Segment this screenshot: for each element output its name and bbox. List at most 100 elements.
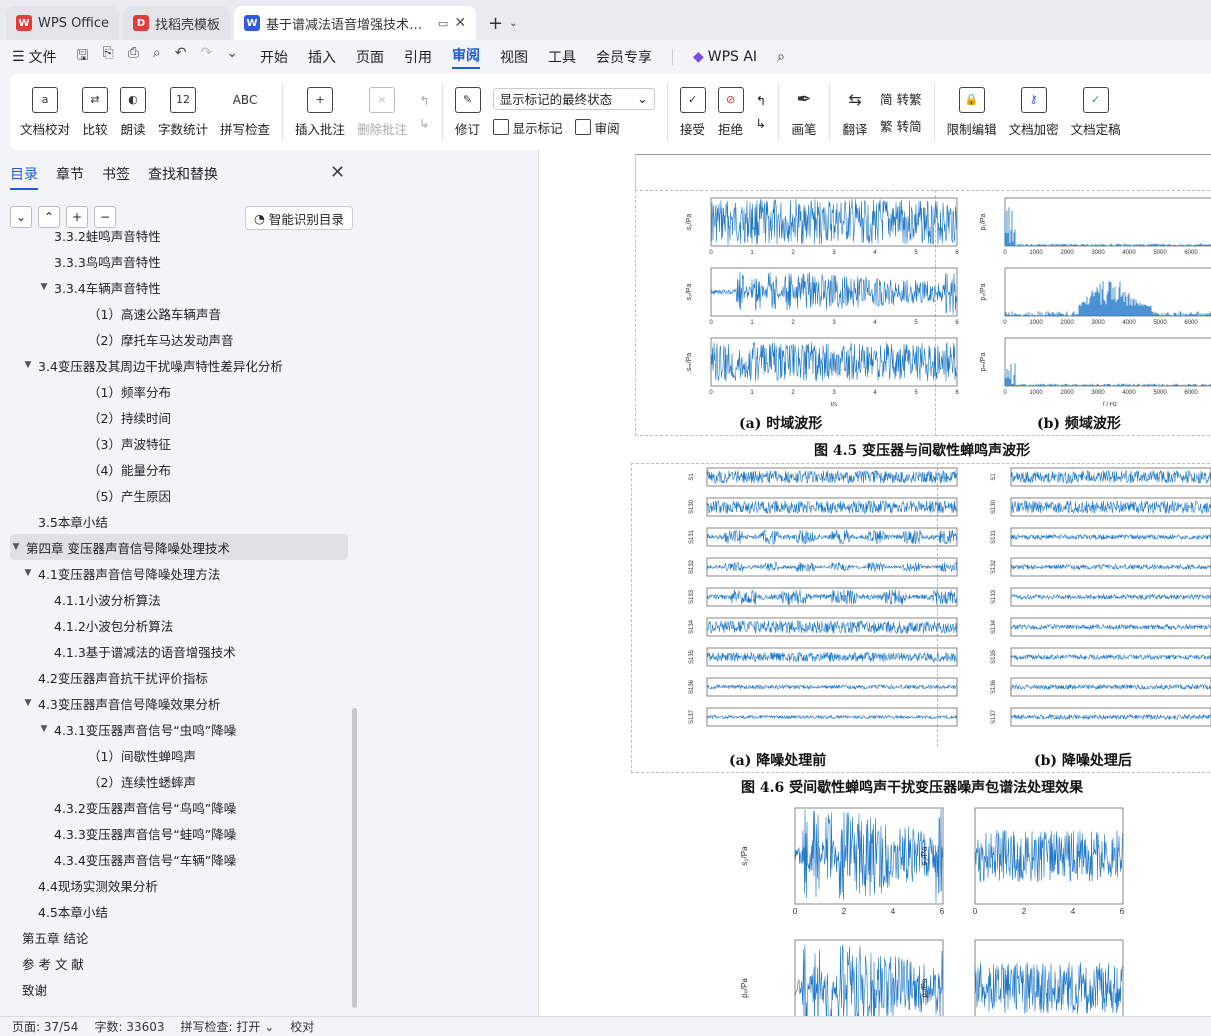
toc-item[interactable]: 4.4现场实测效果分析 [0, 872, 350, 898]
to-traditional-button[interactable]: 简转繁 [880, 89, 922, 108]
y-axis-label: p₁/Pa [920, 978, 929, 998]
read-aloud-button[interactable]: ◐ 朗读 [120, 86, 147, 138]
accept-button[interactable]: ✓ 接受 [679, 86, 706, 138]
toc-item[interactable]: 3.5本章小结 [0, 508, 350, 534]
toc-item[interactable]: （3）声波特征 [0, 430, 350, 456]
new-tab-button[interactable]: + ⌄ [480, 6, 525, 40]
word-count-indicator[interactable]: 字数: 33603 [94, 1018, 164, 1035]
close-icon[interactable]: ✕ [454, 15, 466, 31]
menu-tools[interactable]: 工具 [548, 47, 576, 67]
finalize-button[interactable]: ✓ 文档定稿 [1071, 86, 1121, 138]
undo-icon[interactable]: ↶ [175, 45, 187, 69]
next-comment-icon[interactable]: ↳ [419, 116, 429, 131]
expand-triangle-icon[interactable]: ▼ [22, 360, 34, 370]
menu-page[interactable]: 页面 [356, 47, 384, 67]
toc-item[interactable]: ▼ 第四章 变压器声音信号降噪处理技术 [10, 534, 348, 560]
tab-find-replace[interactable]: 查找和替换 [148, 164, 218, 190]
toc-item[interactable]: ▼ 3.4变压器及其周边干扰噪声特性差异化分析 [0, 352, 350, 378]
previous-change-icon[interactable]: ↰ [756, 93, 766, 108]
show-markup-button[interactable]: 显示标记 [492, 118, 563, 137]
pen-button[interactable]: ✒ 画笔 [791, 87, 817, 138]
toc-item[interactable]: 4.1.3基于谱减法的语音增强技术 [0, 638, 350, 664]
tab-document[interactable]: W 基于谱减法语音增强技术的变压 ▭ ✕ [234, 6, 477, 40]
menu-insert[interactable]: 插入 [308, 47, 336, 67]
button-label: 画笔 [791, 121, 817, 137]
page-indicator[interactable]: 页面: 37/54 [12, 1018, 78, 1035]
next-change-icon[interactable]: ↳ [756, 116, 766, 131]
proofread-indicator[interactable]: 校对 [290, 1018, 314, 1035]
toc-item[interactable]: 致谢 [0, 976, 350, 1002]
toc-item[interactable]: 4.3.3变压器声音信号“蛙鸣”降噪 [0, 820, 350, 846]
toc-item[interactable]: ▼ 4.1变压器声音信号降噪处理方法 [0, 560, 350, 586]
expand-triangle-icon[interactable]: ▼ [38, 724, 50, 734]
spell-check-toggle[interactable]: 拼写检查: 打开 ⌄ [181, 1018, 275, 1035]
toc-item[interactable]: （1）间歇性蝉鸣声 [0, 742, 350, 768]
toc-item[interactable]: 4.3.4变压器声音信号“车辆”降噪 [0, 846, 350, 872]
toc-item[interactable]: ▼ 3.3.4车辆声音特性 [0, 274, 350, 300]
toc-item[interactable]: （2）摩托车马达发动声音 [0, 326, 350, 352]
markup-state-dropdown[interactable]: 显示标记的最终状态 ⌄ [492, 87, 655, 110]
toc-item[interactable]: 4.1.1小波分析算法 [0, 586, 350, 612]
redo-icon[interactable]: ↷ [200, 45, 212, 69]
restrict-edit-button[interactable]: 🔒 限制编辑 [947, 86, 997, 138]
word-count-button[interactable]: 12 字数统计 [158, 86, 208, 138]
print-preview-icon[interactable]: ⌕ [153, 45, 161, 69]
toc-item[interactable]: 4.3.2变压器声音信号“鸟鸣”降噪 [0, 794, 350, 820]
wps-ai-button[interactable]: ◆ WPS AI [693, 49, 757, 65]
toc-item[interactable]: （5）产生原因 [0, 482, 350, 508]
toc-item[interactable]: 3.3.2蛙鸣声音特性 [0, 222, 350, 248]
save-icon[interactable]: 🖫 [77, 45, 89, 69]
toc-item[interactable]: （2）持续时间 [0, 404, 350, 430]
tab-toc[interactable]: 目录 [10, 164, 38, 190]
export-icon[interactable]: ⎘ [103, 45, 114, 69]
nav-scrollbar[interactable] [352, 708, 357, 1008]
toc-item[interactable]: （1）频率分布 [0, 378, 350, 404]
toc-item[interactable]: 第五章 结论 [0, 924, 350, 950]
tab-bookmarks[interactable]: 书签 [102, 164, 130, 190]
reject-button[interactable]: ⊘ 拒绝 [717, 86, 744, 138]
compare-button[interactable]: ⇄ 比较 [82, 86, 109, 138]
toc-item[interactable]: （1）高速公路车辆声音 [0, 300, 350, 326]
search-icon[interactable]: ⌕ [777, 49, 785, 65]
menu-view[interactable]: 视图 [500, 47, 528, 67]
print-icon[interactable]: ⎙ [128, 45, 139, 69]
to-simplified-button[interactable]: 繁转简 [880, 116, 922, 135]
toc-item[interactable]: ▼ 4.3变压器声音信号降噪效果分析 [0, 690, 350, 716]
file-menu[interactable]: ☰ 文件 [12, 47, 57, 67]
translate-button[interactable]: ⇆ 翻译 [842, 87, 868, 138]
toc-item[interactable]: （2）连续性蟋蟀声 [0, 768, 350, 794]
insert-comment-button[interactable]: + 插入批注 [295, 86, 345, 138]
expand-triangle-icon[interactable]: ▼ [10, 542, 22, 552]
doc-proof-button[interactable]: a 文档校对 [20, 86, 70, 138]
document-canvas[interactable]: s₁/Pa 0 1 2 3 4 5 6 p₁/Pa 0 1000 2000 3000 4000 5000 60… [538, 150, 1211, 1016]
menu-review[interactable]: 审阅 [451, 45, 480, 69]
tab-wps-office[interactable]: W WPS Office [6, 6, 120, 40]
toc-item[interactable]: 3.3.3鸟鸣声音特性 [0, 248, 350, 274]
encrypt-button[interactable]: ⚷ 文档加密 [1009, 86, 1059, 138]
tab-chapters[interactable]: 章节 [56, 164, 84, 190]
toc-item[interactable]: （4）能量分布 [0, 456, 350, 482]
toc-item[interactable]: 4.1.2小波包分析算法 [0, 612, 350, 638]
toc-item[interactable]: ▼ 4.3.1变压器声音信号“虫鸣”降噪 [0, 716, 350, 742]
revise-button[interactable]: ✎ 修订 [454, 86, 481, 138]
chevron-down-icon[interactable]: ⌄ [226, 45, 238, 69]
expand-triangle-icon[interactable]: ▼ [22, 568, 34, 578]
close-icon[interactable]: ✕ [330, 162, 345, 183]
expand-triangle-icon[interactable]: ▼ [38, 282, 50, 292]
menu-home[interactable]: 开始 [260, 47, 288, 67]
chevron-down-icon[interactable]: ⌄ [509, 18, 517, 29]
toc-item-label: 3.4变压器及其周边干扰噪声特性差异化分析 [38, 358, 283, 374]
spell-check-button[interactable]: ABC 拼写检查 [220, 87, 270, 138]
tab-template[interactable]: D 找稻壳模板 [123, 6, 231, 40]
toc-item[interactable]: 参 考 文 献 [0, 950, 350, 976]
expand-triangle-icon[interactable]: ▼ [22, 698, 34, 708]
menu-reference[interactable]: 引用 [404, 47, 432, 67]
screen-icon[interactable]: ▭ [438, 17, 448, 30]
delete-comment-button[interactable]: × 删除批注 [357, 86, 407, 138]
review-pane-button[interactable]: 审阅 [574, 118, 620, 137]
menu-member[interactable]: 会员专享 [596, 47, 652, 67]
x-tick-label: 5 [914, 390, 918, 396]
toc-item[interactable]: 4.5本章小结 [0, 898, 350, 924]
previous-comment-icon[interactable]: ↰ [419, 93, 429, 108]
toc-item[interactable]: 4.2变压器声音抗干扰评价指标 [0, 664, 350, 690]
